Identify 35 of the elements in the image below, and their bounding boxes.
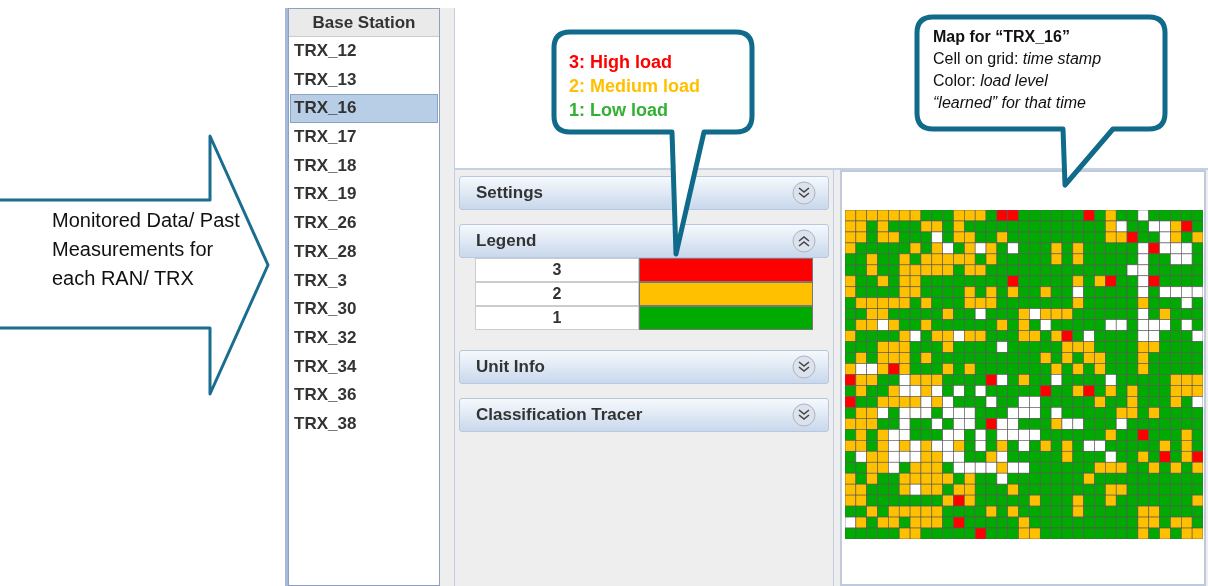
- list-item[interactable]: TRX_12: [290, 37, 438, 66]
- callout-line: “learned” for that time: [933, 93, 1087, 113]
- list-item[interactable]: TRX_30: [290, 295, 438, 324]
- accordion-header[interactable]: Unit Info: [459, 350, 829, 384]
- collapse-chevron-icon[interactable]: [792, 229, 816, 253]
- expand-chevron-icon[interactable]: [792, 181, 816, 205]
- expand-chevron-icon[interactable]: [792, 355, 816, 379]
- list-item[interactable]: TRX_32: [290, 323, 438, 353]
- callout-line: 2: Medium load: [569, 75, 700, 98]
- legend-value: 1: [475, 306, 639, 330]
- list-item[interactable]: TRX_18: [290, 151, 438, 181]
- list-item[interactable]: TRX_38: [290, 409, 438, 439]
- list-item[interactable]: TRX_17: [290, 123, 438, 152]
- splitter-handle[interactable]: [440, 8, 455, 586]
- list-item[interactable]: TRX_28: [290, 237, 438, 267]
- list-item[interactable]: TRX_36: [290, 381, 438, 410]
- accordion-header[interactable]: Settings: [459, 176, 829, 210]
- arrow-caption: Monitored Data/ Past Measurements for each RAN/ TRX: [52, 208, 241, 291]
- accordion-header[interactable]: Legend: [459, 224, 829, 258]
- legend-value: 2: [475, 282, 639, 306]
- list-item[interactable]: TRX_16: [290, 94, 438, 124]
- list-item[interactable]: TRX_26: [290, 209, 438, 238]
- list-item[interactable]: TRX_13: [290, 65, 438, 95]
- callout-line: Cell on grid: time stamp: [933, 49, 1102, 69]
- callout-line: 3: High load: [569, 51, 673, 74]
- callout-title: Map for “TRX_16”: [933, 27, 1071, 47]
- list-header: Base Station: [289, 9, 439, 37]
- expand-chevron-icon[interactable]: [792, 403, 816, 427]
- callout-line: Color: load level: [933, 71, 1049, 91]
- list-item[interactable]: TRX_19: [290, 180, 438, 210]
- accordion-header[interactable]: Classification Tracer: [459, 398, 829, 432]
- list-item[interactable]: TRX_3: [290, 266, 438, 296]
- list-item[interactable]: TRX_34: [290, 352, 438, 382]
- callout-line: 1: Low load: [569, 99, 669, 122]
- legend-value: 3: [475, 258, 639, 282]
